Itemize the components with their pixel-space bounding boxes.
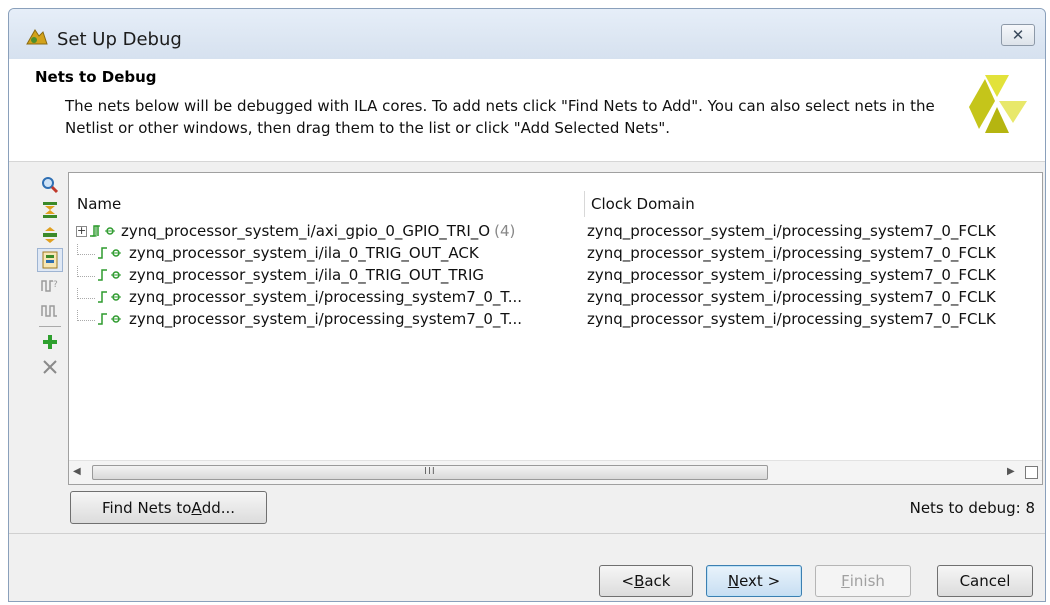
finish-button[interactable]: Finish <box>815 565 911 597</box>
net-name: zynq_processor_system_i/processing_syste… <box>129 310 523 328</box>
group-by-clock-button[interactable] <box>37 248 63 272</box>
toolbar-divider <box>39 326 61 327</box>
collapse-all-icon <box>43 202 57 218</box>
remove-icon <box>43 360 57 374</box>
clock-domain-cell: zynq_processor_system_i/processing_syste… <box>587 266 996 284</box>
debug-bug-icon <box>26 29 48 45</box>
xilinx-logo-icon <box>969 75 1027 133</box>
table-header: Name Clock Domain <box>69 173 1042 217</box>
clock-domain-cell: zynq_processor_system_i/processing_syste… <box>587 310 996 328</box>
search-icon <box>42 177 59 194</box>
back-label-post: ack <box>644 572 671 590</box>
expand-all-button[interactable] <box>37 223 63 247</box>
scrollbar-thumb[interactable]: III <box>92 465 768 480</box>
net-name: zynq_processor_system_i/ila_0_TRIG_OUT_T… <box>129 266 484 284</box>
cancel-button[interactable]: Cancel <box>937 565 1033 597</box>
page-description: The nets below will be debugged with ILA… <box>65 97 935 137</box>
dialog-body: Nets to Debug The nets below will be deb… <box>9 59 1045 601</box>
table-row[interactable]: zynq_processor_system_i/ila_0_TRIG_OUT_A… <box>69 242 1042 264</box>
column-header-clock-domain[interactable]: Clock Domain <box>585 191 1042 217</box>
net-icon <box>98 247 121 259</box>
net-bit-count: (4) <box>494 222 516 240</box>
remove-net-button[interactable] <box>37 355 63 379</box>
back-label-pre: < <box>621 572 635 590</box>
add-net-button[interactable] <box>37 330 63 354</box>
net-toolbar: ? <box>33 173 67 485</box>
back-mnemonic: B <box>634 572 645 590</box>
net-name-cell: + zynq_processor_system_i/axi_gpio_0_GPI… <box>69 220 585 242</box>
page-title: Nets to Debug <box>35 68 157 86</box>
horizontal-scrollbar[interactable]: ◀ III ▶ <box>69 460 1042 484</box>
scroll-grip: III <box>424 466 436 477</box>
net-name-cell: zynq_processor_system_i/processing_syste… <box>69 286 585 308</box>
find-button-label-pre: Find Nets to <box>101 498 192 517</box>
next-mnemonic: N <box>727 572 740 590</box>
find-button-mnemonic: A <box>191 498 202 517</box>
svg-text:?: ? <box>53 280 58 290</box>
search-button[interactable] <box>37 173 63 197</box>
window-title: Set Up Debug <box>57 29 182 50</box>
clock-domain-cell: zynq_processor_system_i/processing_syste… <box>587 244 996 262</box>
waveform-icon <box>41 305 57 317</box>
net-name: zynq_processor_system_i/processing_syste… <box>129 288 523 306</box>
net-icon <box>98 291 121 303</box>
nets-to-debug-count: Nets to debug: 8 <box>909 499 1035 517</box>
table-row[interactable]: zynq_processor_system_i/processing_syste… <box>69 308 1042 330</box>
scroll-left-arrow-icon[interactable]: ◀ <box>73 466 81 477</box>
next-label-post: ext > <box>739 572 781 590</box>
table-body: + zynq_processor_system_i/axi_gpio_0_GPI… <box>69 220 1042 330</box>
clock-domain-cell: zynq_processor_system_i/processing_syste… <box>587 222 996 240</box>
net-icon <box>98 269 121 281</box>
table-row[interactable]: zynq_processor_system_i/ila_0_TRIG_OUT_T… <box>69 264 1042 286</box>
cancel-label: Cancel <box>959 572 1011 590</box>
tree-connector <box>77 287 95 299</box>
tree-connector <box>77 265 95 277</box>
collapse-all-button[interactable] <box>37 198 63 222</box>
clock-domain-cell: zynq_processor_system_i/processing_syste… <box>587 288 996 306</box>
net-icon <box>98 313 121 325</box>
scroll-right-arrow-icon[interactable]: ▶ <box>1007 466 1015 477</box>
find-nets-to-add-button[interactable]: Find Nets to Add... <box>70 491 267 524</box>
back-button[interactable]: < Back <box>599 565 693 597</box>
column-header-name[interactable]: Name <box>69 191 585 217</box>
table-row[interactable]: + zynq_processor_system_i/axi_gpio_0_GPI… <box>69 220 1042 242</box>
tree-connector <box>77 243 95 255</box>
net-name-cell: zynq_processor_system_i/ila_0_TRIG_OUT_T… <box>69 264 585 286</box>
footer-divider <box>9 533 1045 534</box>
expand-all-icon <box>43 227 57 243</box>
close-icon: ✕ <box>1011 26 1025 44</box>
table-row[interactable]: zynq_processor_system_i/processing_syste… <box>69 286 1042 308</box>
probe-type-icon: ? <box>41 280 58 292</box>
title-bar: Set Up Debug ✕ <box>9 9 1045 59</box>
group-by-clock-icon <box>42 251 58 269</box>
finish-label-post: inish <box>849 572 885 590</box>
net-name: zynq_processor_system_i/axi_gpio_0_GPIO_… <box>121 222 491 240</box>
finish-mnemonic: F <box>841 572 850 590</box>
expand-icon[interactable]: + <box>76 225 87 237</box>
waveform-button[interactable] <box>37 298 63 322</box>
add-icon <box>43 335 57 349</box>
page-header: Nets to Debug The nets below will be deb… <box>9 59 1045 162</box>
net-name-cell: zynq_processor_system_i/processing_syste… <box>69 308 585 330</box>
close-button[interactable]: ✕ <box>1001 24 1035 46</box>
nets-table: Name Clock Domain + zynq_processor_syste… <box>68 172 1043 485</box>
bus-net-icon <box>90 225 115 237</box>
next-button[interactable]: Next > <box>706 565 802 597</box>
net-name-cell: zynq_processor_system_i/ila_0_TRIG_OUT_A… <box>69 242 585 264</box>
column-chooser-icon[interactable] <box>1025 466 1038 479</box>
probe-type-button[interactable]: ? <box>37 273 63 297</box>
set-up-debug-dialog: Set Up Debug ✕ Nets to Debug The nets be… <box>8 8 1046 602</box>
net-name: zynq_processor_system_i/ila_0_TRIG_OUT_A… <box>129 244 479 262</box>
tree-connector <box>77 309 95 321</box>
find-button-label-post: dd... <box>201 498 236 517</box>
